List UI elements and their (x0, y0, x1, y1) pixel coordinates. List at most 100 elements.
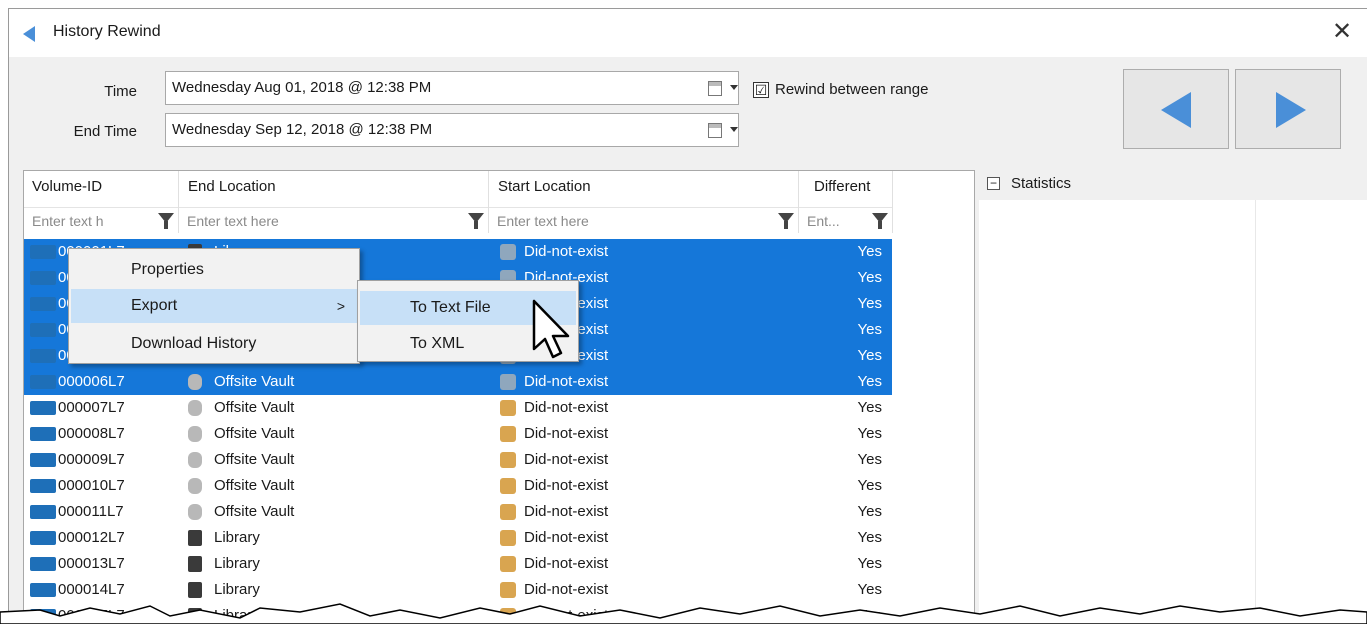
different-cell: Yes (857, 347, 882, 364)
filter-icon[interactable] (468, 213, 484, 229)
column-header-end-location[interactable]: End Location (188, 178, 276, 195)
filter-end-location[interactable]: Enter text here (179, 207, 488, 235)
previous-button[interactable] (1123, 69, 1229, 149)
table-row[interactable]: 000011L7 Offsite Vault Did-not-exist Yes (24, 499, 892, 525)
volume-id-cell: 000011L7 (58, 503, 124, 520)
end-time-label: End Time (73, 123, 137, 140)
end-location-cell: Offsite Vault (214, 399, 295, 416)
column-header-start-location[interactable]: Start Location (498, 178, 591, 195)
different-cell: Yes (857, 477, 882, 494)
time-date-picker[interactable]: Wednesday Aug 01, 2018 @ 12:38 PM (165, 71, 739, 105)
tape-volume-icon (30, 349, 56, 363)
vault-icon (188, 400, 202, 416)
menu-item-download-history[interactable]: Download History (71, 327, 357, 361)
start-location-cell: Did-not-exist (524, 477, 609, 494)
box-icon (500, 504, 516, 520)
column-header-different[interactable]: Different (814, 178, 870, 195)
table-row[interactable]: 000012L7 Library Did-not-exist Yes (24, 525, 892, 551)
chevron-down-icon[interactable] (730, 85, 738, 90)
volume-id-cell: 000006L7 (58, 373, 125, 390)
statistics-title: Statistics (1011, 175, 1072, 192)
window-title: History Rewind (53, 23, 161, 40)
start-location-cell: Did-not-exist (524, 373, 609, 390)
table-row[interactable]: 000009L7 Offsite Vault Did-not-exist Yes (24, 447, 892, 473)
collapse-icon[interactable]: − (987, 177, 1000, 190)
table-row[interactable]: 000013L7 Library Did-not-exist Yes (24, 551, 892, 577)
filter-icon[interactable] (778, 213, 794, 229)
filter-different[interactable]: Ent... (799, 207, 892, 235)
end-location-cell: Library (214, 555, 260, 572)
table-row[interactable]: 000006L7 Offsite Vault Did-not-exist Yes (24, 369, 892, 395)
tape-volume-icon (30, 505, 56, 519)
time-value: Wednesday Aug 01, 2018 @ 12:38 PM (172, 79, 432, 96)
end-location-cell: Offsite Vault (214, 503, 295, 520)
submenu-arrow-icon: > (336, 298, 345, 314)
library-icon (188, 582, 202, 598)
different-cell: Yes (857, 503, 882, 520)
volume-id-cell: 000010L7 (58, 477, 125, 494)
context-menu: Properties Export > Download History (68, 248, 360, 364)
box-icon (500, 400, 516, 416)
tape-volume-icon (30, 583, 56, 597)
tape-volume-icon (30, 479, 56, 493)
menu-item-label: Properties (131, 261, 204, 278)
end-time-date-picker[interactable]: Wednesday Sep 12, 2018 @ 12:38 PM (165, 113, 739, 147)
table-row[interactable]: 000010L7 Offsite Vault Did-not-exist Yes (24, 473, 892, 499)
left-triangle-icon (1161, 92, 1191, 128)
filter-icon[interactable] (158, 213, 174, 229)
column-divider[interactable] (892, 171, 893, 233)
tape-volume-icon (30, 323, 56, 337)
different-cell: Yes (857, 451, 882, 468)
volume-id-cell: 000009L7 (58, 451, 125, 468)
calendar-icon[interactable] (708, 81, 722, 96)
rewind-between-range-checkbox[interactable]: ☑ (753, 82, 769, 98)
cube-icon (500, 244, 516, 260)
next-button[interactable] (1235, 69, 1341, 149)
different-cell: Yes (857, 555, 882, 572)
different-cell: Yes (857, 269, 882, 286)
tape-volume-icon (30, 245, 56, 259)
tape-volume-icon (30, 401, 56, 415)
filter-placeholder: Enter text here (187, 213, 279, 229)
filter-icon[interactable] (872, 213, 888, 229)
title-bar: History Rewind ✕ (9, 9, 1367, 57)
start-location-cell: Did-not-exist (524, 425, 609, 442)
right-triangle-icon (1276, 92, 1306, 128)
table-row[interactable]: 000007L7 Offsite Vault Did-not-exist Yes (24, 395, 892, 421)
tape-volume-icon (30, 297, 56, 311)
filter-start-location[interactable]: Enter text here (489, 207, 798, 235)
start-location-cell: Did-not-exist (524, 243, 609, 260)
vault-icon (188, 478, 202, 494)
vault-icon (188, 452, 202, 468)
volume-id-cell: 000013L7 (58, 555, 125, 572)
filter-placeholder: Enter text here (497, 213, 589, 229)
different-cell: Yes (857, 295, 882, 312)
end-location-cell: Offsite Vault (214, 425, 295, 442)
box-icon (500, 452, 516, 468)
menu-item-label: Export (131, 297, 178, 314)
close-button[interactable]: ✕ (1327, 17, 1357, 47)
statistics-header[interactable]: − Statistics (979, 170, 1367, 200)
back-arrow-icon[interactable] (23, 26, 35, 42)
box-icon (500, 556, 516, 572)
tape-volume-icon (30, 375, 56, 389)
table-row[interactable]: 000008L7 Offsite Vault Did-not-exist Yes (24, 421, 892, 447)
tape-volume-icon (30, 557, 56, 571)
different-cell: Yes (857, 425, 882, 442)
column-header-volume-id[interactable]: Volume-ID (32, 178, 102, 195)
different-cell: Yes (857, 529, 882, 546)
box-icon (500, 582, 516, 598)
tape-volume-icon (30, 453, 56, 467)
end-time-value: Wednesday Sep 12, 2018 @ 12:38 PM (172, 121, 433, 138)
library-icon (188, 556, 202, 572)
menu-item-export[interactable]: Export > (71, 289, 357, 323)
volume-id-cell: 000012L7 (58, 529, 125, 546)
box-icon (500, 426, 516, 442)
calendar-icon[interactable] (708, 123, 722, 138)
start-location-cell: Did-not-exist (524, 451, 609, 468)
chevron-down-icon[interactable] (730, 127, 738, 132)
box-icon (500, 478, 516, 494)
rewind-between-range-label[interactable]: Rewind between range (775, 81, 928, 98)
menu-item-properties[interactable]: Properties (71, 253, 357, 287)
filter-volume-id[interactable]: Enter text h (24, 207, 178, 235)
